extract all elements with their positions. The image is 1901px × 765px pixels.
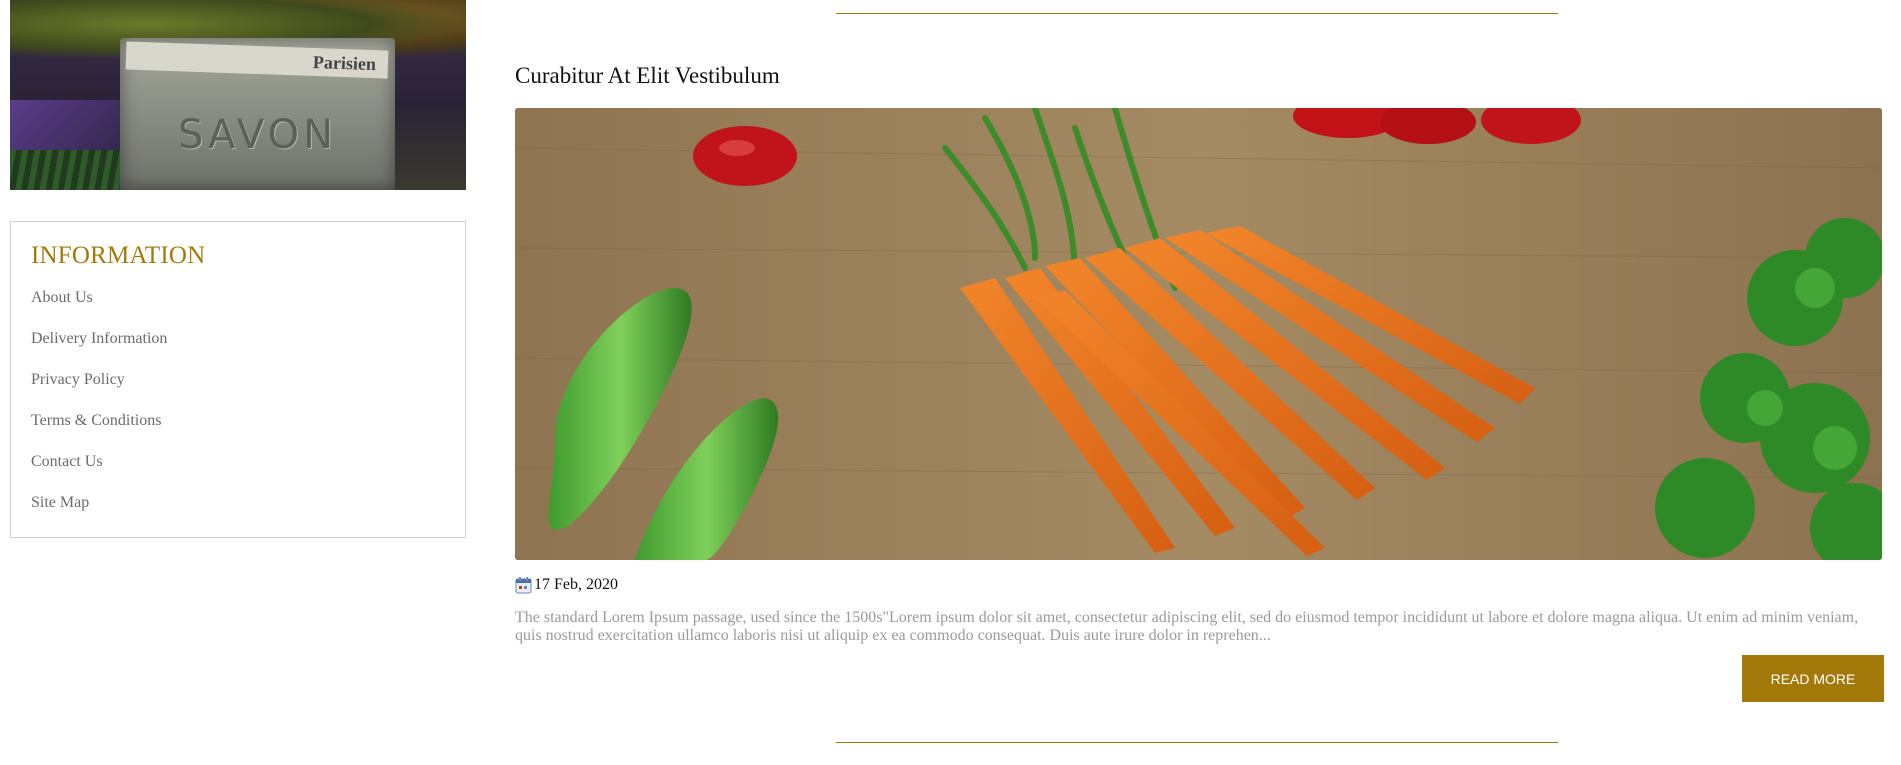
bottom-divider bbox=[836, 742, 1558, 743]
information-title: INFORMATION bbox=[31, 242, 206, 269]
post-image[interactable] bbox=[515, 108, 1882, 560]
information-box: INFORMATION About Us Delivery Informatio… bbox=[10, 221, 466, 538]
calendar-icon bbox=[515, 576, 532, 594]
information-links: About Us Delivery Information Privacy Po… bbox=[31, 286, 445, 532]
banner-newspaper: Parisien bbox=[125, 41, 389, 79]
post-image-illustration bbox=[515, 108, 1882, 560]
read-more-button[interactable]: READ MORE bbox=[1742, 655, 1884, 702]
list-item: Delivery Information bbox=[31, 327, 445, 368]
list-item: Privacy Policy bbox=[31, 368, 445, 409]
about-us-link[interactable]: About Us bbox=[31, 289, 93, 306]
banner-asparagus bbox=[10, 150, 120, 190]
post-date: 17 Feb, 2020 bbox=[515, 576, 618, 594]
privacy-policy-link[interactable]: Privacy Policy bbox=[31, 371, 125, 388]
top-divider bbox=[836, 13, 1558, 14]
site-map-link[interactable]: Site Map bbox=[31, 494, 89, 511]
post-date-text: 17 Feb, 2020 bbox=[534, 576, 618, 593]
banner-tin-label: SAVON bbox=[177, 112, 337, 158]
list-item: Site Map bbox=[31, 491, 445, 532]
delivery-information-link[interactable]: Delivery Information bbox=[31, 330, 167, 347]
post-title[interactable]: Curabitur At Elit Vestibulum bbox=[515, 63, 780, 89]
post-excerpt: The standard Lorem Ipsum passage, used s… bbox=[515, 609, 1859, 644]
list-item: Terms & Conditions bbox=[31, 409, 445, 450]
left-sidebar: Parisien SAVON INFORMATION About Us Deli… bbox=[10, 0, 466, 538]
list-item: Contact Us bbox=[31, 450, 445, 491]
contact-us-link[interactable]: Contact Us bbox=[31, 453, 103, 470]
banner-tin-box: Parisien SAVON bbox=[120, 38, 395, 190]
list-item: About Us bbox=[31, 286, 445, 327]
terms-conditions-link[interactable]: Terms & Conditions bbox=[31, 412, 161, 429]
sidebar-banner-image[interactable]: Parisien SAVON bbox=[10, 0, 466, 190]
